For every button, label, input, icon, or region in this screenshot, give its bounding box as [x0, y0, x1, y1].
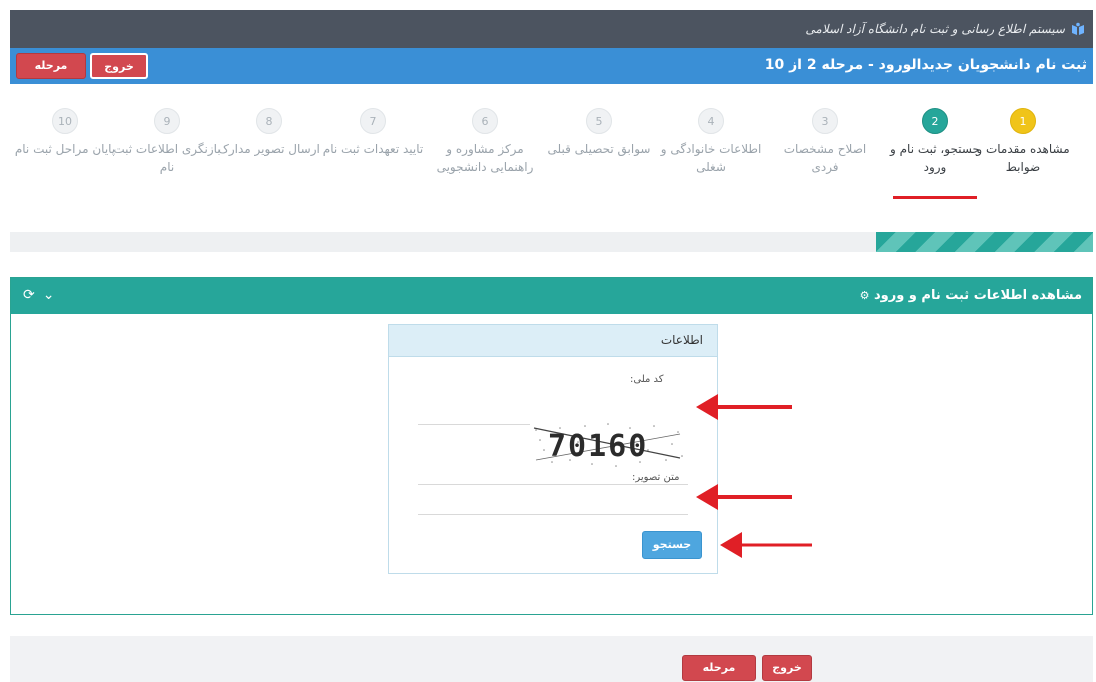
step-7[interactable]: 7 تایید تعهدات ثبت نام — [318, 108, 428, 158]
arrow-icon — [696, 484, 792, 510]
university-logo-icon — [1072, 22, 1084, 35]
step-number: 5 — [586, 108, 612, 134]
cogs-icon: ⚙ — [859, 289, 870, 302]
refresh-icon[interactable]: ⟳ — [23, 287, 35, 303]
step-label: تایید تعهدات ثبت نام — [322, 142, 424, 156]
step-number: 2 — [922, 108, 948, 134]
step-8[interactable]: 8 ارسال تصویر مدارک — [214, 108, 324, 158]
search-button[interactable]: جستجو — [642, 531, 702, 559]
captcha-field-top — [418, 484, 688, 485]
previous-step-button-top[interactable]: مرحله قبل — [16, 53, 86, 96]
step-number: 3 — [812, 108, 838, 134]
step-number: 7 — [360, 108, 386, 134]
app-topbar: سیستم اطلاع رسانی و ثبت نام دانشگاه آزاد… — [10, 10, 1093, 48]
panel-title-text: مشاهده اطلاعات ثبت نام و ورود — [873, 288, 1082, 303]
exit-button-bottom[interactable]: خروج — [762, 655, 812, 681]
step-label: پایان مراحل ثبت نام — [14, 142, 116, 156]
step-9[interactable]: 9 بازنگری اطلاعات ثبت نام — [112, 108, 222, 176]
panel-header: مشاهده اطلاعات ثبت نام و ورود ⚙ ⟳ ⌄ — [11, 278, 1092, 314]
panel-tools: ⟳ ⌄ — [23, 287, 54, 303]
step-label: اصلاح مشخصات فردی — [783, 142, 867, 174]
active-step-underline — [893, 196, 977, 199]
step-header-bar: ثبت نام دانشجویان جدیدالورود - مرحله 2 ا… — [10, 48, 1093, 84]
step-label: ارسال تصویر مدارک — [218, 142, 320, 156]
wizard-steps: 1 مشاهده مقدمات و ضوابط 2 جستجو، ثبت نام… — [10, 108, 1093, 218]
step-2[interactable]: 2 جستجو، ثبت نام و ورود — [880, 108, 990, 176]
progress-bar — [10, 232, 1093, 252]
step-label: مرکز مشاوره و راهنمایی دانشجویی — [436, 142, 534, 174]
step-6[interactable]: 6 مرکز مشاوره و راهنمایی دانشجویی — [430, 108, 540, 176]
card-title: اطلاعات — [660, 333, 703, 347]
arrow-icon — [696, 394, 792, 420]
step-4[interactable]: 4 اطلاعات خانوادگی و شغلی — [656, 108, 766, 176]
captcha-label: متن تصویر: — [632, 472, 680, 483]
step-number: 8 — [256, 108, 282, 134]
panel-title: مشاهده اطلاعات ثبت نام و ورود ⚙ — [860, 288, 1082, 303]
step-number: 6 — [472, 108, 498, 134]
national-code-label: کد ملی: — [630, 374, 664, 385]
step-number: 4 — [698, 108, 724, 134]
step-number: 9 — [154, 108, 180, 134]
step-title-text: ثبت نام دانشجویان جدیدالورود - مرحله 2 ا… — [764, 57, 1087, 73]
step-5[interactable]: 5 سوابق تحصیلی قبلی — [544, 108, 654, 158]
step-3[interactable]: 3 اصلاح مشخصات فردی — [770, 108, 880, 176]
step-number: 10 — [52, 108, 78, 134]
brand-text: سیستم اطلاع رسانی و ثبت نام دانشگاه آزاد… — [805, 22, 1065, 36]
progress-fill — [876, 232, 1093, 252]
exit-button-top[interactable]: خروج — [90, 53, 148, 79]
step-title: ثبت نام دانشجویان جدیدالورود - مرحله 2 ا… — [765, 57, 1087, 73]
captcha-input-field[interactable] — [418, 514, 688, 515]
captcha-text: 70160 — [548, 429, 648, 464]
step-label: اطلاعات خانوادگی و شغلی — [660, 142, 762, 174]
footer-bar — [10, 636, 1093, 682]
brand: سیستم اطلاع رسانی و ثبت نام دانشگاه آزاد… — [805, 22, 1085, 36]
step-label: سوابق تحصیلی قبلی — [547, 142, 651, 156]
arrow-icon — [720, 532, 812, 558]
step-10[interactable]: 10 پایان مراحل ثبت نام — [10, 108, 120, 158]
collapse-icon[interactable]: ⌄ — [43, 287, 55, 303]
captcha-image: 70160 — [530, 420, 688, 468]
previous-step-button-bottom[interactable]: مرحله قبل — [682, 655, 756, 681]
step-label: بازنگری اطلاعات ثبت نام — [113, 142, 221, 174]
step-number: 1 — [1010, 108, 1036, 134]
step-label: جستجو، ثبت نام و ورود — [890, 142, 980, 174]
card-header: اطلاعات — [389, 325, 717, 357]
